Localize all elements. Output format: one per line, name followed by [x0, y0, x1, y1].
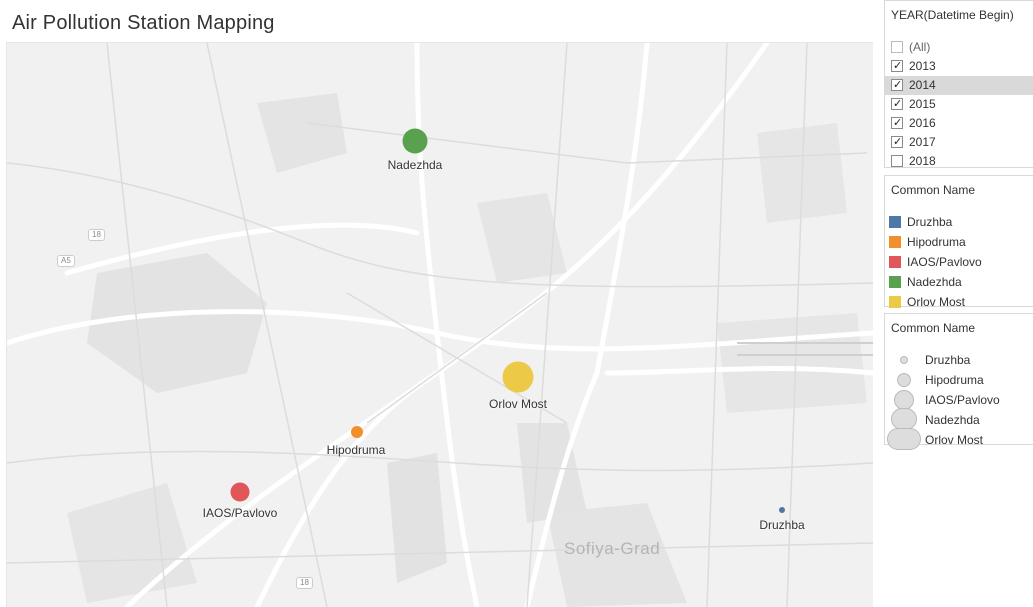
city-label: Sofiya-Grad — [564, 539, 661, 558]
station-label-orlov-most: Orlov Most — [488, 397, 548, 411]
map-basemap — [7, 43, 873, 607]
size-circle — [897, 373, 911, 387]
page-title: Air Pollution Station Mapping — [12, 12, 275, 34]
color-legend-item-orlov-most[interactable]: Orlov Most — [885, 292, 1033, 312]
color-legend-item-nadezhda[interactable]: Nadezhda — [885, 272, 1033, 292]
station-label-hipodruma: Hipodruma — [326, 443, 386, 457]
size-legend-panel: Common Name Druzhba Hipodruma IAOS/Pavlo… — [884, 313, 1033, 450]
size-legend-item-nadezhda[interactable]: Nadezhda — [885, 408, 1033, 430]
road-shield: A5 — [57, 255, 75, 267]
station-marker-hipodruma[interactable] — [351, 426, 363, 438]
year-filter-all[interactable]: (All) — [885, 38, 1033, 57]
checkbox[interactable] — [891, 114, 903, 133]
color-legend-item-hipodruma[interactable]: Hipodruma — [885, 232, 1033, 252]
station-label-nadezhda: Nadezhda — [387, 158, 443, 172]
swatch — [889, 276, 901, 288]
year-filter-panel: YEAR(Datetime Begin) (All) 2013 2014 201… — [884, 0, 1033, 168]
station-label-druzhba: Druzhba — [759, 518, 805, 532]
road-shield: 18 — [296, 577, 313, 589]
year-filter-2017[interactable]: 2017 — [885, 133, 1033, 152]
checkbox[interactable] — [891, 133, 903, 152]
station-marker-orlov-most[interactable] — [502, 361, 534, 393]
swatch — [889, 216, 901, 228]
year-filter-title: YEAR(Datetime Begin) — [891, 8, 1014, 22]
size-circle — [887, 428, 921, 450]
size-legend-item-iaos-pavlovo[interactable]: IAOS/Pavlovo — [885, 390, 1033, 410]
swatch — [889, 296, 901, 308]
size-circle — [894, 390, 914, 410]
checkbox[interactable] — [891, 41, 903, 53]
station-marker-nadezhda[interactable] — [402, 128, 428, 154]
size-legend-item-orlov-most[interactable]: Orlov Most — [885, 428, 1033, 450]
station-label-iaos-pavlovo: IAOS/Pavlovo — [202, 506, 278, 520]
swatch — [889, 236, 901, 248]
year-filter-2016[interactable]: 2016 — [885, 114, 1033, 133]
checkbox[interactable] — [891, 57, 903, 76]
size-legend-title: Common Name — [891, 321, 976, 335]
size-circle — [900, 356, 908, 364]
year-filter-2018[interactable]: 2018 — [885, 152, 1033, 171]
checkbox[interactable] — [891, 155, 903, 167]
size-legend-item-hipodruma[interactable]: Hipodruma — [885, 370, 1033, 390]
map-view[interactable]: 18 A5 18 Nadezhda Orlov Most Hipodruma I… — [6, 42, 873, 607]
year-filter-2013[interactable]: 2013 — [885, 57, 1033, 76]
size-legend-item-druzhba[interactable]: Druzhba — [885, 350, 1033, 370]
color-legend-item-druzhba[interactable]: Druzhba — [885, 212, 1033, 232]
color-legend-panel: Common Name Druzhba Hipodruma IAOS/Pavlo… — [884, 175, 1033, 309]
year-filter-2014[interactable]: 2014 — [885, 76, 1033, 95]
color-legend-title: Common Name — [891, 183, 976, 197]
year-filter-2015[interactable]: 2015 — [885, 95, 1033, 114]
size-circle — [891, 408, 917, 430]
swatch — [889, 256, 901, 268]
station-marker-iaos-pavlovo[interactable] — [230, 482, 250, 502]
checkbox[interactable] — [891, 76, 903, 95]
road-shield: 18 — [88, 229, 105, 241]
color-legend-item-iaos-pavlovo[interactable]: IAOS/Pavlovo — [885, 252, 1033, 272]
checkbox[interactable] — [891, 95, 903, 114]
station-marker-druzhba[interactable] — [779, 507, 785, 513]
